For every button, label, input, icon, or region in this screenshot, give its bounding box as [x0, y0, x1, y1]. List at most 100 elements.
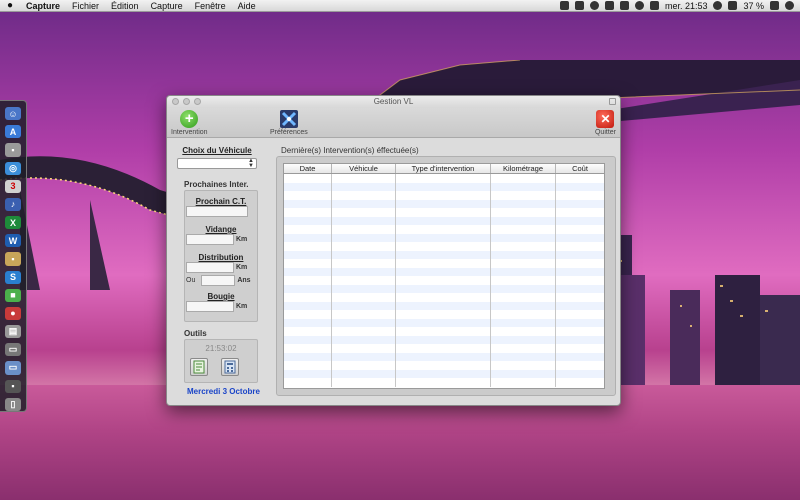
- tools-group: 21:53:02: [184, 339, 258, 383]
- table-row[interactable]: [284, 293, 604, 302]
- table-row[interactable]: [284, 284, 604, 293]
- table-row[interactable]: [284, 267, 604, 276]
- column-header-date[interactable]: Date: [284, 164, 332, 173]
- bougie-field[interactable]: [186, 301, 234, 312]
- table-row[interactable]: [284, 327, 604, 336]
- table-row[interactable]: [284, 378, 604, 387]
- table-cell: [332, 378, 396, 387]
- menu-fenetre[interactable]: Fenêtre: [189, 1, 232, 11]
- table-row[interactable]: [284, 208, 604, 217]
- preferences-button[interactable]: Préférences: [270, 110, 308, 136]
- prochain-ct-field[interactable]: [186, 206, 248, 217]
- folder-icon[interactable]: ▭: [5, 361, 21, 375]
- tray-app-icon[interactable]: [589, 1, 599, 10]
- menu-fichier[interactable]: Fichier: [66, 1, 105, 11]
- interventions-table[interactable]: Date Véhicule Type d'intervention Kilomé…: [283, 163, 605, 389]
- menu-aide[interactable]: Aide: [232, 1, 262, 11]
- column-header-type[interactable]: Type d'intervention: [396, 164, 491, 173]
- app-icon[interactable]: ■: [5, 288, 21, 302]
- table-row[interactable]: [284, 344, 604, 353]
- zoom-window-icon[interactable]: [194, 98, 201, 105]
- table-cell: [396, 318, 491, 327]
- wifi-icon[interactable]: [713, 1, 723, 10]
- table-row[interactable]: [284, 276, 604, 285]
- table-row[interactable]: [284, 191, 604, 200]
- tray-app-icon[interactable]: [649, 1, 659, 10]
- distribution-km-field[interactable]: [186, 262, 234, 273]
- table-cell: [332, 293, 396, 302]
- table-row[interactable]: [284, 233, 604, 242]
- table-cell: [332, 225, 396, 234]
- menu-app-name[interactable]: Capture: [20, 1, 66, 11]
- table-row[interactable]: [284, 369, 604, 378]
- menu-edition[interactable]: Édition: [105, 1, 145, 11]
- tray-app-icon[interactable]: [559, 1, 569, 10]
- distribution-years-field[interactable]: [201, 275, 236, 286]
- tray-app-icon[interactable]: [619, 1, 629, 10]
- intervention-button[interactable]: + Intervention: [171, 110, 208, 136]
- distribution-km-unit: Km: [236, 264, 248, 271]
- calendar-icon[interactable]: 3: [5, 179, 21, 193]
- app-icon[interactable]: ▪: [5, 252, 21, 266]
- add-icon: +: [180, 110, 199, 128]
- volume-icon[interactable]: [728, 1, 738, 10]
- vehicle-select[interactable]: ▲ ▼: [177, 158, 257, 169]
- app-icon[interactable]: ▤: [5, 325, 21, 339]
- tray-app-icon[interactable]: [634, 1, 644, 10]
- fullscreen-icon[interactable]: [609, 98, 616, 105]
- battery-text[interactable]: 37 %: [743, 1, 764, 11]
- app-icon[interactable]: ▪: [5, 379, 21, 393]
- table-cell: [556, 310, 604, 319]
- column-header-vehicule[interactable]: Véhicule: [332, 164, 396, 173]
- tray-app-icon[interactable]: [604, 1, 614, 10]
- trash-icon[interactable]: ▯: [5, 397, 21, 411]
- table-row[interactable]: [284, 318, 604, 327]
- skype-icon[interactable]: S: [5, 270, 21, 284]
- table-row[interactable]: [284, 310, 604, 319]
- table-row[interactable]: [284, 225, 604, 234]
- safari-icon[interactable]: ◎: [5, 161, 21, 175]
- table-row[interactable]: [284, 216, 604, 225]
- window-title: Gestion VL: [373, 97, 414, 106]
- table-row[interactable]: [284, 250, 604, 259]
- table-cell: [556, 378, 604, 387]
- table-cell: [491, 182, 556, 191]
- battery-icon[interactable]: [770, 1, 779, 10]
- music-icon[interactable]: ♪: [5, 197, 21, 212]
- spotlight-icon[interactable]: [785, 1, 794, 10]
- tray-app-icon[interactable]: [574, 1, 584, 10]
- table-row[interactable]: [284, 259, 604, 268]
- minimize-window-icon[interactable]: [183, 98, 190, 105]
- table-cell: [491, 216, 556, 225]
- finder-icon[interactable]: ☺: [5, 107, 21, 121]
- word-icon[interactable]: W: [5, 234, 21, 248]
- table-cell: [396, 276, 491, 285]
- downloads-icon[interactable]: ▭: [5, 343, 21, 357]
- quit-label: Quitter: [594, 129, 616, 136]
- menu-capture[interactable]: Capture: [145, 1, 189, 11]
- table-row[interactable]: [284, 335, 604, 344]
- table-cell: [284, 301, 332, 310]
- table-row[interactable]: [284, 352, 604, 361]
- table-row[interactable]: [284, 182, 604, 191]
- app-store-icon[interactable]: A: [5, 125, 21, 139]
- close-window-icon[interactable]: [172, 98, 179, 105]
- table-row[interactable]: [284, 174, 604, 183]
- apple-menu-icon[interactable]: ●: [0, 0, 20, 11]
- table-row[interactable]: [284, 199, 604, 208]
- excel-icon[interactable]: X: [5, 216, 21, 230]
- table-row[interactable]: [284, 301, 604, 310]
- table-cell: [491, 276, 556, 285]
- calculator-tool-button[interactable]: [221, 358, 239, 376]
- clock-text[interactable]: mer. 21:53: [665, 1, 708, 11]
- app-icon[interactable]: ▪: [5, 143, 21, 157]
- table-row[interactable]: [284, 242, 604, 251]
- column-header-cout[interactable]: Coût: [556, 164, 604, 173]
- vidange-field[interactable]: [186, 234, 234, 245]
- window-titlebar[interactable]: Gestion VL: [167, 96, 620, 108]
- table-row[interactable]: [284, 361, 604, 370]
- column-header-kilometrage[interactable]: Kilométrage: [491, 164, 556, 173]
- notes-tool-button[interactable]: [190, 358, 208, 376]
- app-icon[interactable]: ●: [5, 306, 21, 321]
- quit-button[interactable]: ✕ Quitter: [595, 110, 616, 136]
